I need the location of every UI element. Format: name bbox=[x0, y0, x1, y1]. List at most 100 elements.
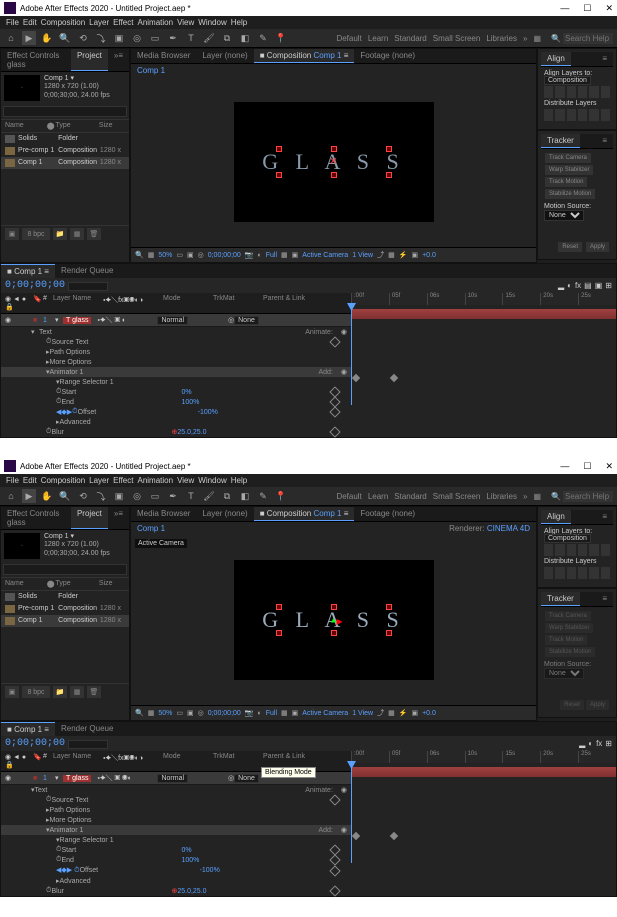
project-search-input[interactable] bbox=[3, 564, 127, 575]
align-tab[interactable]: Align bbox=[541, 52, 571, 66]
transform-handle[interactable] bbox=[331, 604, 337, 610]
new-folder-icon[interactable]: 📁 bbox=[53, 228, 67, 240]
prop-advanced[interactable]: ▸Advanced bbox=[1, 417, 351, 427]
track-camera-button[interactable]: Track Camera bbox=[545, 153, 591, 163]
animate-menu-icon[interactable]: ◉ bbox=[341, 328, 347, 336]
tab-composition[interactable]: ■ Composition Comp 1 ≡ bbox=[254, 507, 355, 521]
views-dropdown[interactable]: 1 View bbox=[352, 710, 373, 717]
roto-tool-icon[interactable]: ✎ bbox=[256, 31, 270, 45]
transparency-icon[interactable]: ▣ bbox=[292, 709, 299, 717]
project-row-comp1[interactable]: Comp 1Composition1280 x bbox=[1, 615, 129, 627]
layer-name-text[interactable]: T glass bbox=[63, 775, 91, 782]
res-icon[interactable]: ▭ bbox=[176, 251, 183, 259]
dist-vcenter-icon[interactable] bbox=[555, 109, 564, 121]
roi-icon[interactable]: ▦ bbox=[281, 251, 288, 259]
zoom-dropdown[interactable]: 50% bbox=[158, 252, 172, 259]
prop-blur[interactable]: ⏱Blur⊕ 25.0,25.0 bbox=[1, 427, 351, 437]
maximize-icon[interactable]: ☐ bbox=[583, 3, 591, 14]
workspace-small[interactable]: Small Screen bbox=[433, 34, 481, 43]
new-comp-icon[interactable]: ▦ bbox=[70, 228, 84, 240]
menu-edit[interactable]: Edit bbox=[23, 18, 37, 27]
panel-menu-icon[interactable]: ≡ bbox=[596, 134, 613, 148]
apply-button[interactable]: Apply bbox=[586, 242, 609, 252]
timeline-search-input[interactable] bbox=[68, 740, 108, 749]
viewer-timecode[interactable]: 0;00;00;00 bbox=[208, 252, 241, 259]
search-help-input[interactable] bbox=[563, 33, 613, 44]
playhead[interactable] bbox=[351, 305, 352, 405]
reset-button[interactable]: Reset bbox=[558, 242, 582, 252]
prop-path-options[interactable]: ▸Path Options bbox=[1, 347, 351, 357]
puppet-tool-icon[interactable]: 📍 bbox=[274, 489, 288, 503]
prop-range-selector[interactable]: ▾Range Selector 1 bbox=[1, 835, 351, 845]
blend-mode-dropdown[interactable]: Normal bbox=[157, 316, 188, 325]
alpha-icon[interactable]: ▦ bbox=[148, 709, 155, 717]
viewer-breadcrumb[interactable]: Comp 1 bbox=[137, 524, 165, 533]
exposure-adj[interactable]: +0.0 bbox=[422, 252, 436, 259]
res-dropdown[interactable]: Full bbox=[266, 710, 277, 717]
trash-icon[interactable]: 🗑 bbox=[87, 686, 101, 698]
timeline-tab-comp1[interactable]: ■ Comp 1 ≡ bbox=[1, 264, 55, 278]
prop-offset[interactable]: ◀◆▶ ⏱Offset-100% bbox=[1, 865, 351, 876]
channel-icon[interactable]: ◐ bbox=[258, 710, 262, 717]
mask-icon[interactable]: ◎ bbox=[198, 251, 204, 259]
tab-media-browser[interactable]: Media Browser bbox=[131, 507, 196, 521]
anchor-point-icon[interactable]: ✕ bbox=[329, 157, 337, 168]
comp-render[interactable]: G L A S S ✕ bbox=[234, 102, 434, 222]
close-icon[interactable]: ✕ bbox=[605, 461, 613, 472]
brush-tool-icon[interactable]: 🖌 bbox=[202, 489, 216, 503]
blur-toggle-icon[interactable]: ◐ bbox=[567, 281, 572, 290]
project-row-solids[interactable]: Solids Folder bbox=[1, 133, 129, 145]
camera-tool-icon[interactable]: ▣ bbox=[112, 489, 126, 503]
orbit-tool-icon[interactable]: ⟲ bbox=[76, 489, 90, 503]
project-search-input[interactable] bbox=[3, 106, 127, 117]
menu-animation[interactable]: Animation bbox=[137, 476, 173, 485]
blend-mode-dropdown[interactable]: Normal bbox=[157, 774, 188, 783]
graph-editor-icon[interactable]: ⊞ bbox=[605, 739, 612, 748]
transform-handle[interactable] bbox=[386, 172, 392, 178]
prop-animator1[interactable]: ▾Animator 1Add:◉ bbox=[1, 367, 351, 377]
roto-tool-icon[interactable]: ✎ bbox=[256, 489, 270, 503]
transform-handle[interactable] bbox=[386, 146, 392, 152]
share-icon[interactable]: ⤴ bbox=[377, 708, 384, 718]
layer-bar[interactable] bbox=[351, 767, 616, 777]
align-right-icon[interactable] bbox=[567, 86, 576, 98]
graph-editor-icon[interactable]: ⊞ bbox=[605, 281, 612, 290]
workspace-learn[interactable]: Learn bbox=[368, 492, 388, 501]
bpc-button[interactable]: 8 bpc bbox=[22, 686, 50, 698]
clone-tool-icon[interactable]: ⧉ bbox=[220, 31, 234, 45]
safe-icon[interactable]: ▣ bbox=[187, 251, 194, 259]
keyframe-nav[interactable] bbox=[329, 406, 340, 417]
view-dropdown[interactable]: Active Camera bbox=[302, 710, 348, 717]
workspace-standard[interactable]: Standard bbox=[394, 492, 426, 501]
pixel-icon[interactable]: ▦ bbox=[388, 709, 395, 717]
transform-handle[interactable] bbox=[276, 630, 282, 636]
dist-right-icon[interactable] bbox=[601, 109, 610, 121]
project-row-precomp[interactable]: Pre-comp 1 Composition 1280 x bbox=[1, 145, 129, 157]
maximize-icon[interactable]: ☐ bbox=[583, 461, 591, 472]
track-area[interactable] bbox=[351, 763, 616, 863]
timeline-timecode[interactable]: 0;00;00;00 bbox=[5, 280, 65, 291]
align-vcenter-icon[interactable] bbox=[589, 86, 598, 98]
prop-blur[interactable]: ⏱Blur⊕ 25.0,25.0 bbox=[1, 886, 351, 896]
layer-name-text[interactable]: T glass bbox=[63, 317, 91, 324]
transform-handle[interactable] bbox=[386, 604, 392, 610]
zoom-dropdown[interactable]: 50% bbox=[158, 710, 172, 717]
anchor-tool-icon[interactable]: ◎ bbox=[130, 31, 144, 45]
project-selected-name[interactable]: Comp 1 ▾ bbox=[44, 533, 110, 541]
menu-help[interactable]: Help bbox=[231, 18, 247, 27]
tracker-tab[interactable]: Tracker bbox=[541, 134, 580, 148]
menu-layer[interactable]: Layer bbox=[89, 18, 109, 27]
panel-menu-icon[interactable]: »≡ bbox=[108, 49, 129, 71]
interpret-icon[interactable]: ▣ bbox=[5, 228, 19, 240]
col-size[interactable]: Size bbox=[99, 122, 125, 130]
timeline-search-input[interactable] bbox=[68, 282, 108, 291]
selection-tool-icon[interactable]: ▶ bbox=[22, 489, 36, 503]
brush-tool-icon[interactable]: 🖌 bbox=[202, 31, 216, 45]
shape-tool-icon[interactable]: ▭ bbox=[148, 31, 162, 45]
timeline-ruler[interactable]: :00f05f06s10s15s20s25s bbox=[351, 293, 616, 305]
tab-project[interactable]: Project bbox=[71, 49, 108, 71]
mask-icon[interactable]: ◎ bbox=[198, 709, 204, 717]
prop-more-options[interactable]: ▸More Options bbox=[1, 815, 351, 825]
viewer-body[interactable]: G L A S S ✕ bbox=[131, 77, 536, 247]
col-name[interactable]: Name bbox=[5, 122, 47, 130]
